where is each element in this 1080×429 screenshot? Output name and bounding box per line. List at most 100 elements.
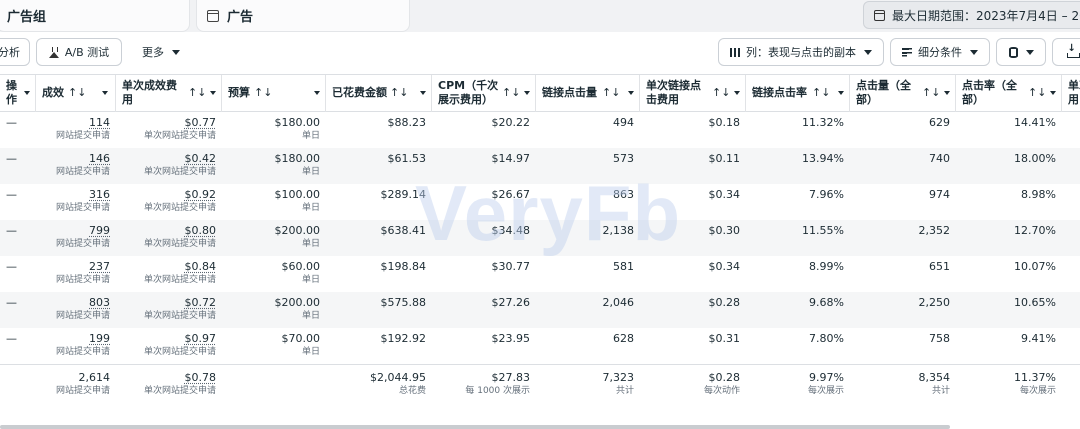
chevron-down-icon[interactable] bbox=[420, 91, 426, 95]
total-sublabel: 每次展示 bbox=[746, 385, 844, 397]
column-header-ctr-link[interactable]: 链接点击率 ↑↓ bbox=[746, 75, 850, 112]
cell-results[interactable]: 799 网站提交申请 bbox=[36, 220, 116, 256]
cell-results[interactable]: 146 网站提交申请 bbox=[36, 148, 116, 184]
cell-results[interactable]: 199 网站提交申请 bbox=[36, 328, 116, 364]
cell-link-clicks: 494 bbox=[536, 112, 640, 148]
chevron-down-icon[interactable] bbox=[24, 91, 30, 95]
cell-cost-per-result[interactable]: $0.84 单次网站提交申请 bbox=[116, 256, 222, 292]
cell-value[interactable]: $0.42 bbox=[116, 152, 216, 166]
column-header-link-clicks[interactable]: 链接点击量 ↑↓ bbox=[536, 75, 640, 112]
sort-icon[interactable]: ↑↓ bbox=[188, 86, 206, 100]
cell-value[interactable]: 114 bbox=[36, 116, 110, 130]
cell-value[interactable]: $0.92 bbox=[116, 188, 216, 202]
sort-icon[interactable]: ↑↓ bbox=[812, 86, 830, 100]
tab-ad-sets[interactable]: 广告组 bbox=[0, 0, 190, 32]
cell-cost-per-result[interactable]: $0.80 单次网站提交申请 bbox=[116, 220, 222, 256]
date-range-picker[interactable]: 最大日期范围：2023年7月4日 – 2026 bbox=[863, 1, 1080, 29]
cell-sublabel: 单次网站提交申请 bbox=[116, 310, 216, 322]
cell-value[interactable]: 199 bbox=[36, 332, 110, 346]
column-header-budget[interactable]: 预算 ↑↓ bbox=[222, 75, 326, 112]
table-row[interactable]: —146 网站提交申请 $0.42 单次网站提交申请 $180.00 单日 $61.53 $1… bbox=[0, 148, 1080, 184]
cell-value[interactable]: 237 bbox=[36, 260, 110, 274]
cell-value[interactable]: $0.72 bbox=[116, 296, 216, 310]
chevron-down-icon[interactable] bbox=[524, 91, 530, 95]
column-header-cost-per-result[interactable]: 单次成效费 用 ↑↓ bbox=[116, 75, 222, 112]
cell-results[interactable]: 114 网站提交申请 bbox=[36, 112, 116, 148]
cell-results[interactable]: 237 网站提交申请 bbox=[36, 256, 116, 292]
header-line: 链接点击率 bbox=[752, 86, 807, 100]
chevron-down-icon[interactable] bbox=[628, 91, 634, 95]
row-action[interactable]: — bbox=[0, 184, 36, 220]
column-header-cost-per-click[interactable]: 单次 用 bbox=[1062, 75, 1080, 112]
table-row[interactable]: —803 网站提交申请 $0.72 单次网站提交申请 $200.00 单日 $575.88 $… bbox=[0, 292, 1080, 328]
chevron-down-icon[interactable] bbox=[838, 91, 844, 95]
cell-results[interactable]: 803 网站提交申请 bbox=[36, 292, 116, 328]
cell-cost-per-result[interactable]: $0.97 单次网站提交申请 bbox=[116, 328, 222, 364]
chevron-down-icon[interactable] bbox=[314, 91, 320, 95]
sort-icon[interactable]: ↑↓ bbox=[602, 86, 620, 100]
cell-value[interactable]: 803 bbox=[36, 296, 110, 310]
table-row[interactable]: —199 网站提交申请 $0.97 单次网站提交申请 $70.00 单日 $192.92 $2… bbox=[0, 328, 1080, 364]
header-line: 击费用 bbox=[646, 93, 679, 107]
chevron-down-icon[interactable] bbox=[210, 91, 216, 95]
row-action[interactable]: — bbox=[0, 292, 36, 328]
cell-value[interactable]: 799 bbox=[36, 224, 110, 238]
cell-value: 2,138 bbox=[536, 224, 634, 238]
cell-results[interactable]: 316 网站提交申请 bbox=[36, 184, 116, 220]
table-row[interactable]: —114 网站提交申请 $0.77 单次网站提交申请 $180.00 单日 $88.23 $2… bbox=[0, 112, 1080, 148]
table-row[interactable]: —799 网站提交申请 $0.80 单次网站提交申请 $200.00 单日 $638.41 $… bbox=[0, 220, 1080, 256]
cell-value[interactable]: 146 bbox=[36, 152, 110, 166]
sort-icon[interactable]: ↑↓ bbox=[922, 86, 940, 100]
chevron-down-icon[interactable] bbox=[944, 91, 950, 95]
totals-row: 2,614 网站提交申请 $0.78 单次网站提交申请 $2,044.95 总花费 $27.… bbox=[0, 364, 1080, 408]
cell-link-clicks: 863 bbox=[536, 184, 640, 220]
more-button[interactable]: 更多 bbox=[132, 38, 190, 66]
cell-value[interactable]: $0.77 bbox=[116, 116, 216, 130]
cell-cost-per-result[interactable]: $0.92 单次网站提交申请 bbox=[116, 184, 222, 220]
column-header-results[interactable]: 成效 ↑↓ bbox=[36, 75, 116, 112]
chevron-down-icon[interactable] bbox=[102, 91, 108, 95]
cell-cost-per-result[interactable]: $0.72 单次网站提交申请 bbox=[116, 292, 222, 328]
analyze-button[interactable]: 分析 bbox=[0, 38, 30, 66]
cell-cost-per-result[interactable]: $0.42 单次网站提交申请 bbox=[116, 148, 222, 184]
cell-sublabel: 单日 bbox=[222, 238, 320, 250]
total-value: $0.78 bbox=[116, 371, 216, 385]
cell-sublabel: 网站提交申请 bbox=[36, 166, 110, 178]
row-action[interactable]: — bbox=[0, 148, 36, 184]
cell-value[interactable]: $0.97 bbox=[116, 332, 216, 346]
column-header-amount-spent[interactable]: 已花费金额 ↑↓ bbox=[326, 75, 432, 112]
export-button[interactable] bbox=[1052, 38, 1080, 66]
row-action[interactable]: — bbox=[0, 112, 36, 148]
table-row[interactable]: —316 网站提交申请 $0.92 单次网站提交申请 $100.00 单日 $289.14 $… bbox=[0, 184, 1080, 220]
cell-value[interactable]: $0.80 bbox=[116, 224, 216, 238]
column-header-ctr-all[interactable]: 点击率（全 部） ↑↓ bbox=[956, 75, 1062, 112]
tab-ads[interactable]: 广告 bbox=[196, 0, 410, 32]
sort-icon[interactable]: ↑↓ bbox=[712, 86, 730, 100]
column-header-cpc-link[interactable]: 单次链接点 击费用 ↑↓ bbox=[640, 75, 746, 112]
reports-button[interactable] bbox=[996, 38, 1046, 66]
table-row[interactable]: —237 网站提交申请 $0.84 单次网站提交申请 $60.00 单日 $198.84 $3… bbox=[0, 256, 1080, 292]
cell-value[interactable]: 316 bbox=[36, 188, 110, 202]
chevron-down-icon[interactable] bbox=[734, 91, 740, 95]
column-header-clicks-all[interactable]: 点击量（全 部） ↑↓ bbox=[850, 75, 956, 112]
cell-value[interactable]: $0.84 bbox=[116, 260, 216, 274]
row-action[interactable]: — bbox=[0, 220, 36, 256]
chevron-down-icon[interactable] bbox=[1050, 91, 1056, 95]
ab-test-button[interactable]: A/B 测试 bbox=[36, 38, 122, 66]
sort-icon[interactable]: ↑↓ bbox=[68, 86, 86, 100]
cell-sublabel: 单次网站提交申请 bbox=[116, 346, 216, 358]
sort-icon[interactable]: ↑↓ bbox=[254, 86, 272, 100]
row-action[interactable]: — bbox=[0, 256, 36, 292]
cell-cost-per-result[interactable]: $0.77 单次网站提交申请 bbox=[116, 112, 222, 148]
column-header-action[interactable]: 操 作 bbox=[0, 75, 36, 112]
sort-icon[interactable]: ↑↓ bbox=[502, 86, 520, 100]
breakdown-button[interactable]: 细分条件 bbox=[890, 38, 990, 66]
columns-button[interactable]: 列：表现与点击的副本 bbox=[718, 38, 884, 66]
column-header-cpm[interactable]: CPM（千次 展示费用） ↑↓ bbox=[432, 75, 536, 112]
horizontal-scrollbar[interactable] bbox=[0, 425, 950, 429]
cell-clicks-all: 974 bbox=[850, 184, 956, 220]
row-action[interactable]: — bbox=[0, 328, 36, 364]
flask-icon bbox=[49, 47, 59, 58]
sort-icon[interactable]: ↑↓ bbox=[1028, 86, 1046, 100]
sort-icon[interactable]: ↑↓ bbox=[390, 86, 408, 100]
